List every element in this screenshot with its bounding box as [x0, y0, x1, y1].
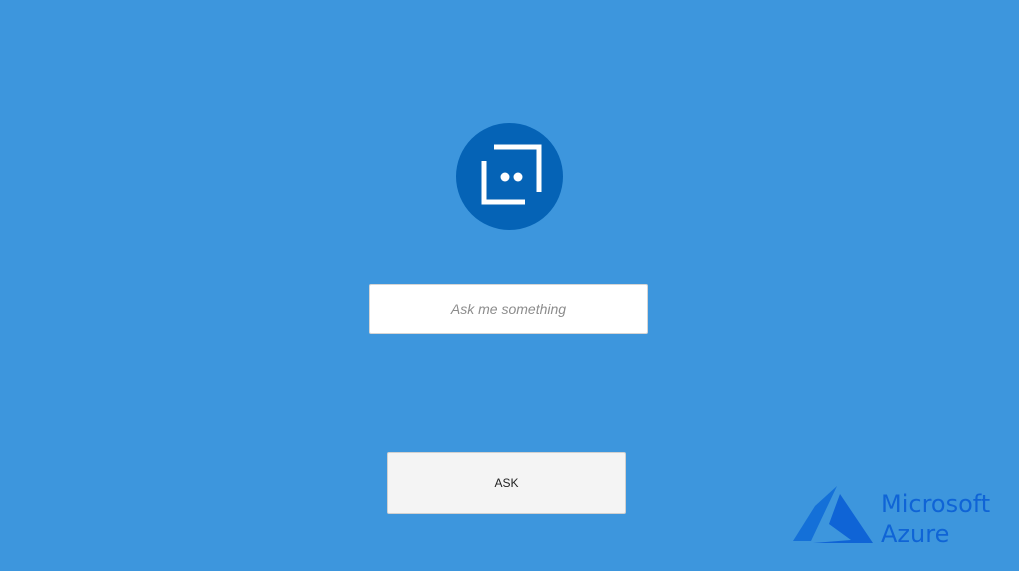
bot-logo-icon — [456, 123, 563, 230]
brand-line-microsoft: Microsoft — [881, 490, 991, 518]
bot-chat-icon — [481, 144, 542, 205]
azure-logo-icon — [793, 486, 873, 543]
ask-button[interactable]: ASK — [387, 452, 626, 514]
brand-line-azure: Azure — [881, 520, 950, 548]
microsoft-azure-logo: Microsoft Azure — [793, 486, 1013, 548]
question-input[interactable] — [369, 284, 648, 334]
